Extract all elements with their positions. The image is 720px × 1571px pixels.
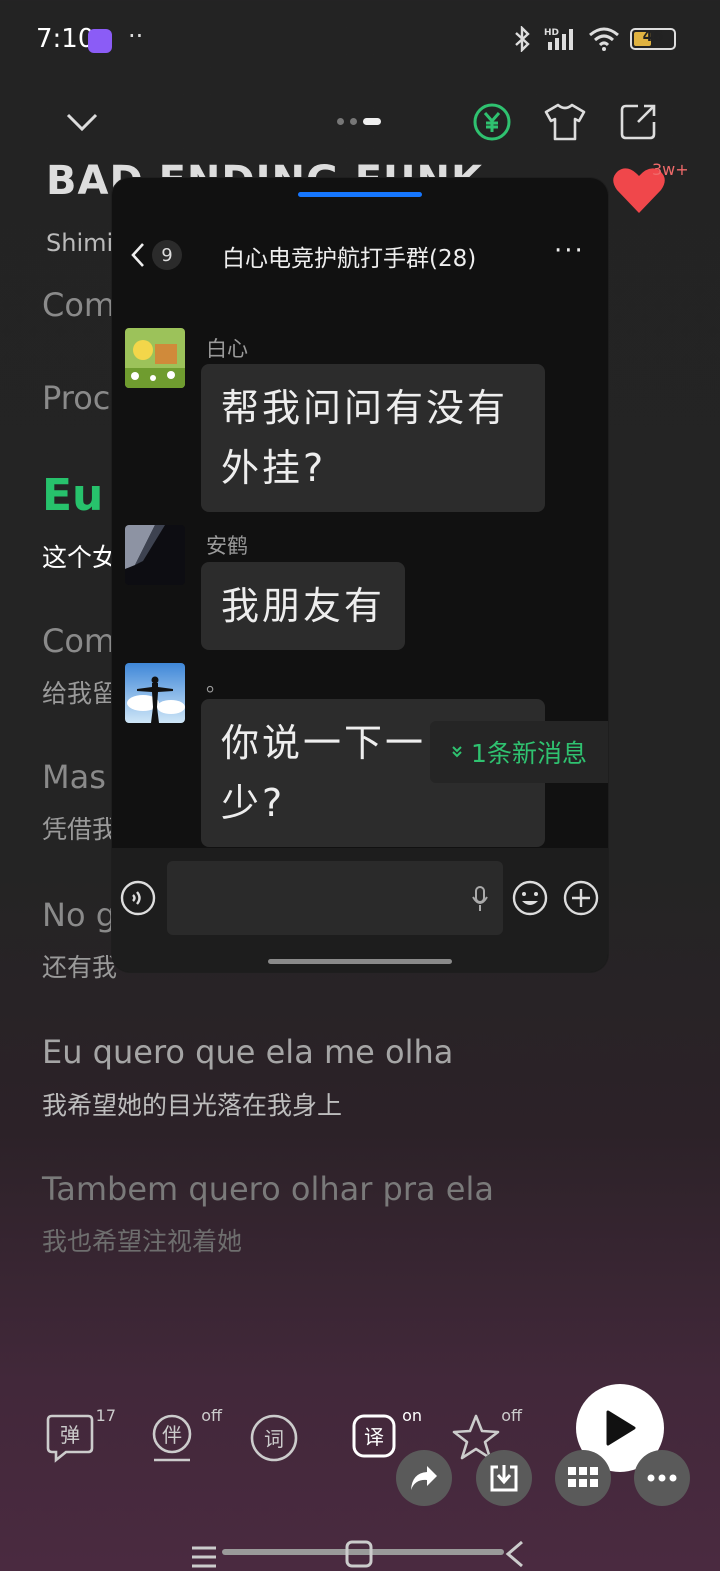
lyric-translation-current: 这个女 bbox=[42, 543, 118, 572]
download-button[interactable] bbox=[476, 1450, 532, 1506]
nav-menu-button[interactable] bbox=[190, 1545, 218, 1571]
sender-name: 安鹤 bbox=[206, 534, 248, 558]
page-indicator bbox=[337, 118, 381, 125]
message-input[interactable] bbox=[167, 861, 503, 935]
download-icon bbox=[490, 1465, 518, 1492]
grid-icon bbox=[568, 1467, 598, 1487]
translate-button[interactable]: 译 on bbox=[350, 1406, 422, 1468]
drag-handle[interactable] bbox=[298, 192, 422, 197]
sender-name: 白心 bbox=[206, 337, 248, 361]
avatar[interactable] bbox=[125, 525, 185, 585]
message-text: 外挂? bbox=[221, 446, 327, 490]
translate-status: on bbox=[402, 1406, 422, 1425]
new-message-tip[interactable]: 1条新消息 bbox=[430, 721, 608, 783]
chat-popup-window[interactable]: 9 白心电竞护航打手群(28) ··· 白心 帮我问问有没有 外挂? 安鹤 我朋… bbox=[112, 178, 608, 972]
nav-home-button[interactable] bbox=[345, 1540, 373, 1571]
lyric-mode-button[interactable]: 词 bbox=[248, 1412, 304, 1468]
artist-name[interactable]: Shimi bbox=[46, 229, 113, 257]
favorite-status: off bbox=[501, 1406, 522, 1425]
emoji-button[interactable] bbox=[512, 880, 548, 920]
lyric-translation: 我也希望注视着她 bbox=[42, 1227, 243, 1256]
message-bubble[interactable]: 我朋友有 bbox=[201, 562, 406, 650]
accompany-label: 伴 bbox=[162, 1423, 182, 1447]
lyric-line[interactable]: No g bbox=[42, 896, 116, 934]
status-time: 7:10 bbox=[36, 24, 95, 54]
lyric-line[interactable]: Tambem quero olhar pra ela bbox=[42, 1170, 494, 1208]
chat-back-button[interactable]: 9 bbox=[130, 238, 190, 272]
wifi-icon bbox=[589, 27, 619, 51]
chat-input-bar bbox=[112, 848, 608, 972]
back-chevron-icon bbox=[505, 1540, 523, 1568]
accompany-status: off bbox=[201, 1406, 222, 1425]
forward-button[interactable] bbox=[396, 1450, 452, 1506]
plus-circle-icon bbox=[563, 880, 599, 916]
lyric-line[interactable]: Eu quero que ela me olha bbox=[42, 1033, 453, 1071]
more-options-button[interactable] bbox=[634, 1450, 690, 1506]
microphone-icon[interactable] bbox=[471, 885, 489, 913]
message-bubble[interactable]: 帮我问问有没有 外挂? bbox=[201, 364, 545, 512]
resize-handle[interactable] bbox=[268, 959, 452, 964]
chat-title: 白心电竞护航打手群(28) bbox=[222, 246, 477, 272]
apps-grid-button[interactable] bbox=[555, 1450, 611, 1506]
message-text: 我朋友有 bbox=[221, 584, 386, 628]
lyric-line[interactable]: Proc bbox=[42, 379, 110, 417]
lyric-line[interactable]: Com bbox=[42, 286, 115, 324]
lyric-translation: 给我留 bbox=[42, 679, 118, 708]
avatar[interactable] bbox=[125, 328, 185, 388]
battery-icon: 46 bbox=[630, 27, 676, 50]
emoji-icon bbox=[512, 880, 548, 916]
like-count: 3w+ bbox=[652, 160, 689, 179]
play-icon bbox=[606, 1410, 636, 1446]
signal-icon: HD bbox=[544, 28, 573, 50]
share-icon[interactable] bbox=[616, 100, 660, 144]
voice-icon bbox=[120, 880, 156, 916]
unread-count-badge: 9 bbox=[152, 240, 182, 270]
lyric-line[interactable]: Com bbox=[42, 622, 115, 660]
lyric-line[interactable]: Mas bbox=[42, 758, 106, 796]
skin-shirt-icon[interactable] bbox=[543, 100, 587, 144]
bluetooth-icon bbox=[515, 26, 530, 52]
more-dots-icon bbox=[647, 1474, 677, 1482]
lyric-mode-label: 词 bbox=[264, 1427, 284, 1451]
lyric-translation: 凭借我 bbox=[42, 815, 118, 844]
lyric-translation: 还有我 bbox=[42, 953, 118, 982]
app-notification-icon bbox=[88, 29, 112, 53]
translate-label: 译 bbox=[364, 1425, 384, 1449]
collapse-chevron-icon[interactable] bbox=[60, 100, 104, 144]
status-dots: ·· bbox=[128, 22, 144, 50]
lyric-line-current[interactable]: Eu bbox=[42, 470, 103, 521]
message-text: 帮我问问有没有 bbox=[221, 386, 509, 430]
avatar[interactable] bbox=[125, 663, 185, 723]
forward-arrow-icon bbox=[411, 1466, 437, 1490]
add-attachment-button[interactable] bbox=[563, 880, 599, 920]
sender-name: 。 bbox=[206, 672, 227, 696]
menu-lines-icon bbox=[192, 1546, 216, 1568]
svg-text:HD: HD bbox=[544, 28, 559, 38]
back-chevron-icon bbox=[131, 243, 144, 267]
nav-back-button[interactable] bbox=[504, 1540, 526, 1571]
accompany-button[interactable]: 伴 off bbox=[150, 1406, 222, 1468]
danmu-label: 弹 bbox=[60, 1423, 80, 1447]
danmu-button[interactable]: 弹 17 bbox=[44, 1406, 116, 1468]
danmu-count: 17 bbox=[95, 1406, 116, 1425]
chat-more-button[interactable]: ··· bbox=[554, 236, 585, 266]
lyric-translation: 我希望她的目光落在我身上 bbox=[42, 1091, 343, 1120]
new-message-text: 1条新消息 bbox=[471, 739, 587, 768]
home-square-icon bbox=[345, 1540, 373, 1568]
voice-button[interactable] bbox=[120, 880, 156, 920]
status-icons: HD 46 bbox=[512, 26, 676, 52]
vip-coin-icon[interactable] bbox=[470, 100, 514, 144]
double-chevron-down-icon bbox=[452, 746, 462, 758]
